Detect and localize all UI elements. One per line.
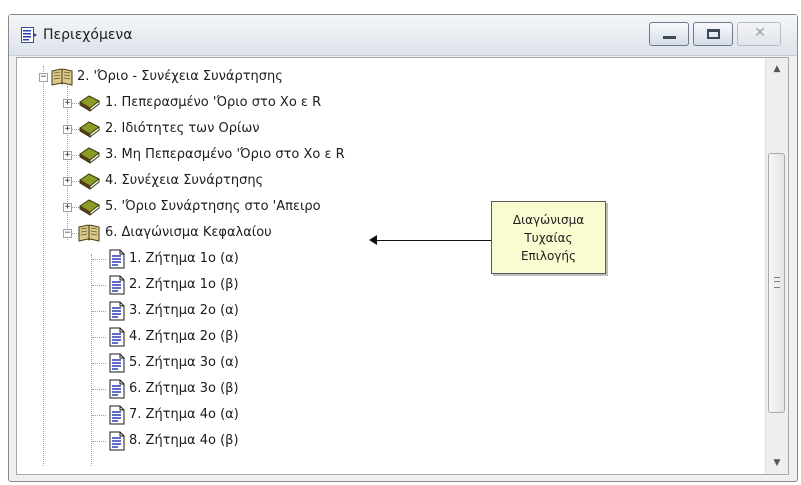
close-button[interactable]: ✕	[737, 22, 781, 46]
tree-node-item[interactable]: 4. Ζήτημα 2ο (β)	[17, 325, 757, 349]
minimize-button[interactable]	[649, 22, 689, 46]
tree-node-label: 2. Ιδιότητες των Ορίων	[105, 121, 260, 136]
tree-node-item[interactable]: 7. Ζήτημα 4ο (α)	[17, 403, 757, 427]
tree-root-label: 2. 'Όριο - Συνέχεια Συνάρτησης	[77, 69, 283, 84]
tree-node-label: 2. Ζήτημα 1ο (β)	[129, 277, 239, 292]
tree-node-chapter[interactable]: + 4. Συνέχεια Συνάρτησης	[17, 169, 757, 193]
expand-icon[interactable]: +	[63, 99, 72, 108]
callout-line: Επιλογής	[520, 249, 577, 263]
open-book-icon	[78, 224, 100, 242]
callout-arrowhead-icon	[369, 235, 377, 245]
closed-book-icon	[79, 95, 100, 112]
close-icon: ✕	[754, 25, 766, 41]
page-icon	[109, 249, 125, 269]
tree-node-chapter[interactable]: + 5. 'Όριο Συνάρτησης στο 'Απειρο	[17, 195, 757, 219]
callout-line: Τυχαίας	[524, 231, 573, 245]
grip-icon	[774, 277, 780, 288]
page-icon	[109, 431, 125, 451]
tree-node-label: 3. Μη Πεπερασμένο 'Όριο στο Xο ε R	[105, 147, 345, 162]
maximize-button[interactable]	[693, 22, 733, 46]
tree-node-label: 5. 'Όριο Συνάρτησης στο 'Απειρο	[105, 199, 321, 214]
open-book-icon	[51, 68, 73, 86]
closed-book-icon	[79, 199, 100, 216]
closed-book-icon	[79, 147, 100, 164]
tree-node-item[interactable]: 8. Ζήτημα 4ο (β)	[17, 429, 757, 453]
tree-root-node[interactable]: − 2. 'Όριο - Συνέχεια Συνάρτησης	[17, 65, 757, 89]
expand-icon[interactable]: +	[63, 125, 72, 134]
tree-node-label: 3. Ζήτημα 2ο (α)	[129, 303, 239, 318]
tree-node-label: 8. Ζήτημα 4ο (β)	[129, 433, 239, 448]
callout-arrow-line	[375, 240, 492, 241]
tree-node-item[interactable]: 1. Ζήτημα 1ο (α)	[17, 247, 757, 271]
collapse-icon[interactable]: −	[63, 229, 72, 238]
title-bar[interactable]: Περιεχόμενα ✕	[9, 15, 797, 56]
page-icon	[109, 353, 125, 373]
closed-book-icon	[79, 173, 100, 190]
scroll-down-arrow-icon[interactable]: ▼	[766, 452, 788, 474]
callout-line: Διαγώνισμα	[512, 213, 585, 227]
contents-tree-view[interactable]: − 2. 'Όριο - Συνέχεια Συνάρτησης + 1. Πε…	[16, 57, 789, 475]
page-icon	[109, 275, 125, 295]
scroll-up-arrow-icon[interactable]: ▲	[766, 58, 788, 80]
window-title: Περιεχόμενα	[43, 27, 133, 43]
expand-icon[interactable]: +	[63, 177, 72, 186]
tree-node-chapter[interactable]: + 1. Πεπερασμένο 'Όριο στο Xο ε R	[17, 91, 757, 115]
contents-app-icon	[21, 27, 37, 43]
callout-note: Διαγώνισμα Τυχαίας Επιλογής	[491, 201, 606, 274]
tree-node-open-chapter[interactable]: − 6. Διαγώνισμα Κεφαλαίου	[17, 221, 757, 245]
tree-node-label: 6. Ζήτημα 3ο (β)	[129, 381, 239, 396]
vertical-scrollbar[interactable]: ▲ ▼	[765, 58, 788, 474]
tree-node-item[interactable]: 6. Ζήτημα 3ο (β)	[17, 377, 757, 401]
page-icon	[109, 405, 125, 425]
minimize-icon	[663, 36, 676, 39]
maximize-icon	[707, 29, 720, 39]
tree-node-item[interactable]: 2. Ζήτημα 1ο (β)	[17, 273, 757, 297]
page-icon	[109, 379, 125, 399]
scrollbar-thumb[interactable]	[768, 153, 785, 413]
tree-node-label: 4. Συνέχεια Συνάρτησης	[105, 173, 264, 188]
collapse-icon[interactable]: −	[39, 73, 48, 82]
expand-icon[interactable]: +	[63, 151, 72, 160]
closed-book-icon	[79, 121, 100, 138]
tree-node-label: 1. Ζήτημα 1ο (α)	[129, 251, 239, 266]
tree-node-label: 5. Ζήτημα 3ο (α)	[129, 355, 239, 370]
tree-node-label: 6. Διαγώνισμα Κεφαλαίου	[105, 225, 272, 240]
tree-node-label: 1. Πεπερασμένο 'Όριο στο Xο ε R	[105, 95, 322, 110]
page-icon	[109, 327, 125, 347]
page-icon	[109, 301, 125, 321]
tree-node-label: 7. Ζήτημα 4ο (α)	[129, 407, 239, 422]
tree-node-item[interactable]: 3. Ζήτημα 2ο (α)	[17, 299, 757, 323]
tree-node-chapter[interactable]: + 3. Μη Πεπερασμένο 'Όριο στο Xο ε R	[17, 143, 757, 167]
tree-node-item[interactable]: 5. Ζήτημα 3ο (α)	[17, 351, 757, 375]
tree-node-label: 4. Ζήτημα 2ο (β)	[129, 329, 239, 344]
expand-icon[interactable]: +	[63, 203, 72, 212]
tree-node-chapter[interactable]: + 2. Ιδιότητες των Ορίων	[17, 117, 757, 141]
contents-window: Περιεχόμενα ✕ − 2. 'Όριο - Συνέχεια Συνά…	[8, 14, 798, 482]
